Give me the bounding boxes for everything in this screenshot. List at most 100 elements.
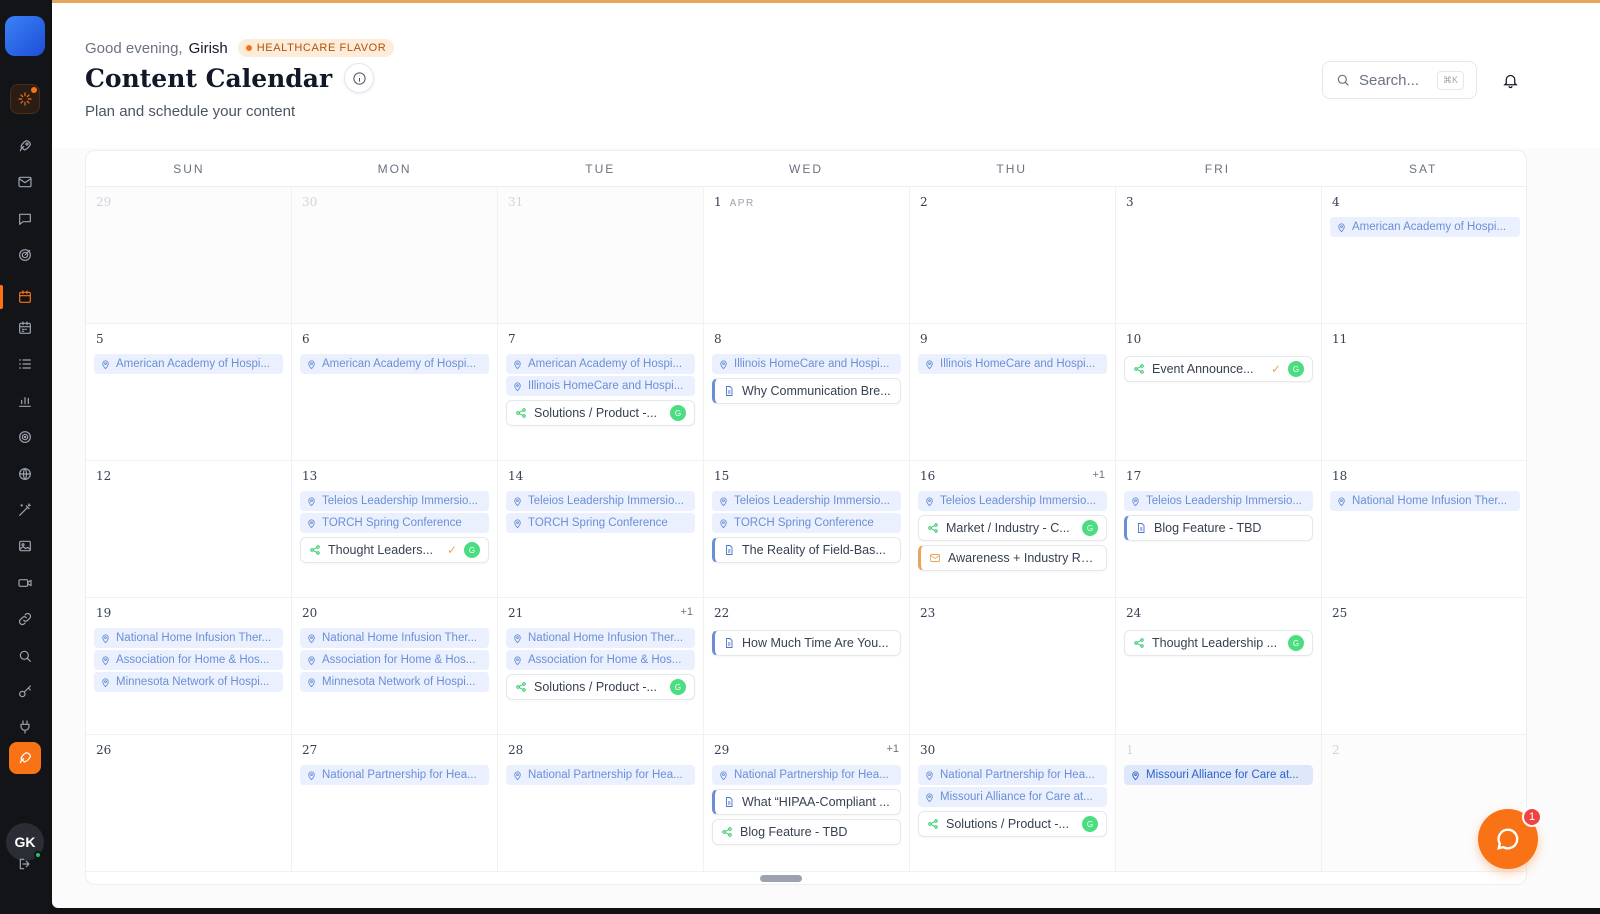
launch-icon[interactable] <box>9 742 41 774</box>
event-chip[interactable]: National Home Infusion Ther... <box>94 628 283 648</box>
more-items-link[interactable]: +1 <box>886 743 899 755</box>
app-logo[interactable] <box>5 16 45 56</box>
day-cell[interactable]: 20 National Home Infusion Ther... Associat… <box>292 598 498 735</box>
event-chip[interactable]: TORCH Spring Conference <box>712 513 901 533</box>
calendar-icon[interactable] <box>10 282 40 312</box>
event-chip[interactable]: Teleios Leadership Immersio... <box>712 491 901 511</box>
day-cell[interactable]: 10 Event Announce... ✓ G <box>1116 324 1322 461</box>
day-cell[interactable]: 26 <box>86 735 292 872</box>
event-chip[interactable]: Illinois HomeCare and Hospi... <box>712 354 901 374</box>
rocket-icon[interactable] <box>10 131 40 161</box>
content-post-card[interactable]: Event Announce... ✓ G <box>1124 356 1313 382</box>
content-post-card[interactable]: Solutions / Product -... G <box>506 674 695 700</box>
content-post-card[interactable]: Why Communication Bre... <box>712 378 901 404</box>
event-chip[interactable]: Illinois HomeCare and Hospi... <box>506 376 695 396</box>
day-cell[interactable]: 13 Teleios Leadership Immersio... TORCH Sp… <box>292 461 498 598</box>
day-cell[interactable]: 6 American Academy of Hospi... <box>292 324 498 461</box>
event-chip[interactable]: National Partnership for Hea... <box>506 765 695 785</box>
day-cell[interactable]: 1 APR <box>704 187 910 324</box>
day-cell[interactable]: 14 Teleios Leadership Immersio... TORCH Sp… <box>498 461 704 598</box>
day-cell[interactable]: 2 <box>910 187 1116 324</box>
event-chip[interactable]: National Home Infusion Ther... <box>1330 491 1520 511</box>
event-chip[interactable]: National Partnership for Hea... <box>918 765 1107 785</box>
content-post-card[interactable]: Blog Feature - TBD <box>1124 515 1313 541</box>
day-cell[interactable]: 30 National Partnership for Hea... Missour… <box>910 735 1116 872</box>
content-post-card[interactable]: Blog Feature - TBD <box>712 819 901 845</box>
content-post-card[interactable]: How Much Time Are You... <box>712 630 901 656</box>
day-cell[interactable]: 4 American Academy of Hospi... <box>1322 187 1526 324</box>
more-items-link[interactable]: +1 <box>680 606 693 618</box>
content-post-card[interactable]: Solutions / Product -... G <box>506 400 695 426</box>
event-chip[interactable]: National Partnership for Hea... <box>300 765 489 785</box>
notifications-button[interactable] <box>1499 69 1521 91</box>
event-chip[interactable]: American Academy of Hospi... <box>300 354 489 374</box>
radar-icon[interactable] <box>10 422 40 452</box>
event-chip[interactable]: American Academy of Hospi... <box>94 354 283 374</box>
content-post-card[interactable]: What “HIPAA-Compliant ... <box>712 789 901 815</box>
info-button[interactable] <box>344 63 375 93</box>
chat-button[interactable]: 1 <box>1478 807 1542 869</box>
globe-icon[interactable] <box>10 459 40 489</box>
search-box[interactable]: Search... ⌘K <box>1322 61 1477 99</box>
event-chip[interactable]: National Partnership for Hea... <box>712 765 901 785</box>
event-chip[interactable]: Teleios Leadership Immersio... <box>1124 491 1313 511</box>
logout-icon[interactable] <box>10 849 40 879</box>
day-cell[interactable]: 3 <box>1116 187 1322 324</box>
day-cell[interactable]: 19 National Home Infusion Ther... Associat… <box>86 598 292 735</box>
event-chip[interactable]: TORCH Spring Conference <box>300 513 489 533</box>
event-chip[interactable]: American Academy of Hospi... <box>506 354 695 374</box>
day-cell[interactable]: 25 <box>1322 598 1526 735</box>
event-chip[interactable]: Teleios Leadership Immersio... <box>300 491 489 511</box>
magic-wand-icon[interactable] <box>10 495 40 525</box>
video-icon[interactable] <box>10 568 40 598</box>
day-cell[interactable]: 30 <box>292 187 498 324</box>
link-icon[interactable] <box>10 604 40 634</box>
target-icon[interactable] <box>10 240 40 270</box>
content-post-card[interactable]: Awareness + Industry Re... <box>918 545 1107 571</box>
day-cell[interactable]: 16 +1 Teleios Leadership Immersio... Market… <box>910 461 1116 598</box>
search-icon[interactable] <box>10 641 40 671</box>
day-cell[interactable]: 27 National Partnership for Hea... <box>292 735 498 872</box>
event-chip[interactable]: Illinois HomeCare and Hospi... <box>918 354 1107 374</box>
day-cell[interactable]: 31 <box>498 187 704 324</box>
day-cell[interactable]: 29 <box>86 187 292 324</box>
day-cell[interactable]: 18 National Home Infusion Ther... <box>1322 461 1526 598</box>
event-chip[interactable]: Missouri Alliance for Care at... <box>918 787 1107 807</box>
day-cell[interactable]: 12 <box>86 461 292 598</box>
event-chip[interactable]: Association for Home & Hos... <box>506 650 695 670</box>
day-cell[interactable]: 22 How Much Time Are You... <box>704 598 910 735</box>
day-cell[interactable]: 1 Missouri Alliance for Care at... <box>1116 735 1322 872</box>
content-post-card[interactable]: Thought Leadership ... G <box>1124 630 1313 656</box>
event-chip[interactable]: Missouri Alliance for Care at... <box>1124 765 1313 785</box>
day-cell[interactable]: 11 <box>1322 324 1526 461</box>
event-chip[interactable]: Minnesota Network of Hospi... <box>300 672 489 692</box>
sparkle-icon[interactable] <box>10 84 40 114</box>
content-post-card[interactable]: Market / Industry - C... G <box>918 515 1107 541</box>
day-cell[interactable]: 5 American Academy of Hospi... <box>86 324 292 461</box>
list-icon[interactable] <box>10 349 40 379</box>
content-post-card[interactable]: Solutions / Product -... G <box>918 811 1107 837</box>
more-items-link[interactable]: +1 <box>1092 469 1105 481</box>
day-cell[interactable]: 8 Illinois HomeCare and Hospi... Why Commu… <box>704 324 910 461</box>
image-icon[interactable] <box>10 531 40 561</box>
day-cell[interactable]: 23 <box>910 598 1116 735</box>
content-post-card[interactable]: Thought Leaders... ✓ G <box>300 537 489 563</box>
day-cell[interactable]: 17 Teleios Leadership Immersio... Blog Fea… <box>1116 461 1322 598</box>
event-chip[interactable]: Teleios Leadership Immersio... <box>506 491 695 511</box>
plug-icon[interactable] <box>10 712 40 742</box>
day-cell[interactable]: 28 National Partnership for Hea... <box>498 735 704 872</box>
event-chip[interactable]: Association for Home & Hos... <box>94 650 283 670</box>
calendar-grid-icon[interactable] <box>10 313 40 343</box>
day-cell[interactable]: 29 +1 National Partnership for Hea... What … <box>704 735 910 872</box>
key-icon[interactable] <box>10 677 40 707</box>
day-cell[interactable]: 24 Thought Leadership ... G <box>1116 598 1322 735</box>
mail-icon[interactable] <box>10 167 40 197</box>
event-chip[interactable]: Association for Home & Hos... <box>300 650 489 670</box>
event-chip[interactable]: National Home Infusion Ther... <box>506 628 695 648</box>
event-chip[interactable]: Minnesota Network of Hospi... <box>94 672 283 692</box>
event-chip[interactable]: Teleios Leadership Immersio... <box>918 491 1107 511</box>
day-cell[interactable]: 7 American Academy of Hospi... Illinois Ho… <box>498 324 704 461</box>
day-cell[interactable]: 15 Teleios Leadership Immersio... TORCH Sp… <box>704 461 910 598</box>
scroll-handle[interactable] <box>760 875 802 882</box>
content-post-card[interactable]: The Reality of Field-Bas... <box>712 537 901 563</box>
